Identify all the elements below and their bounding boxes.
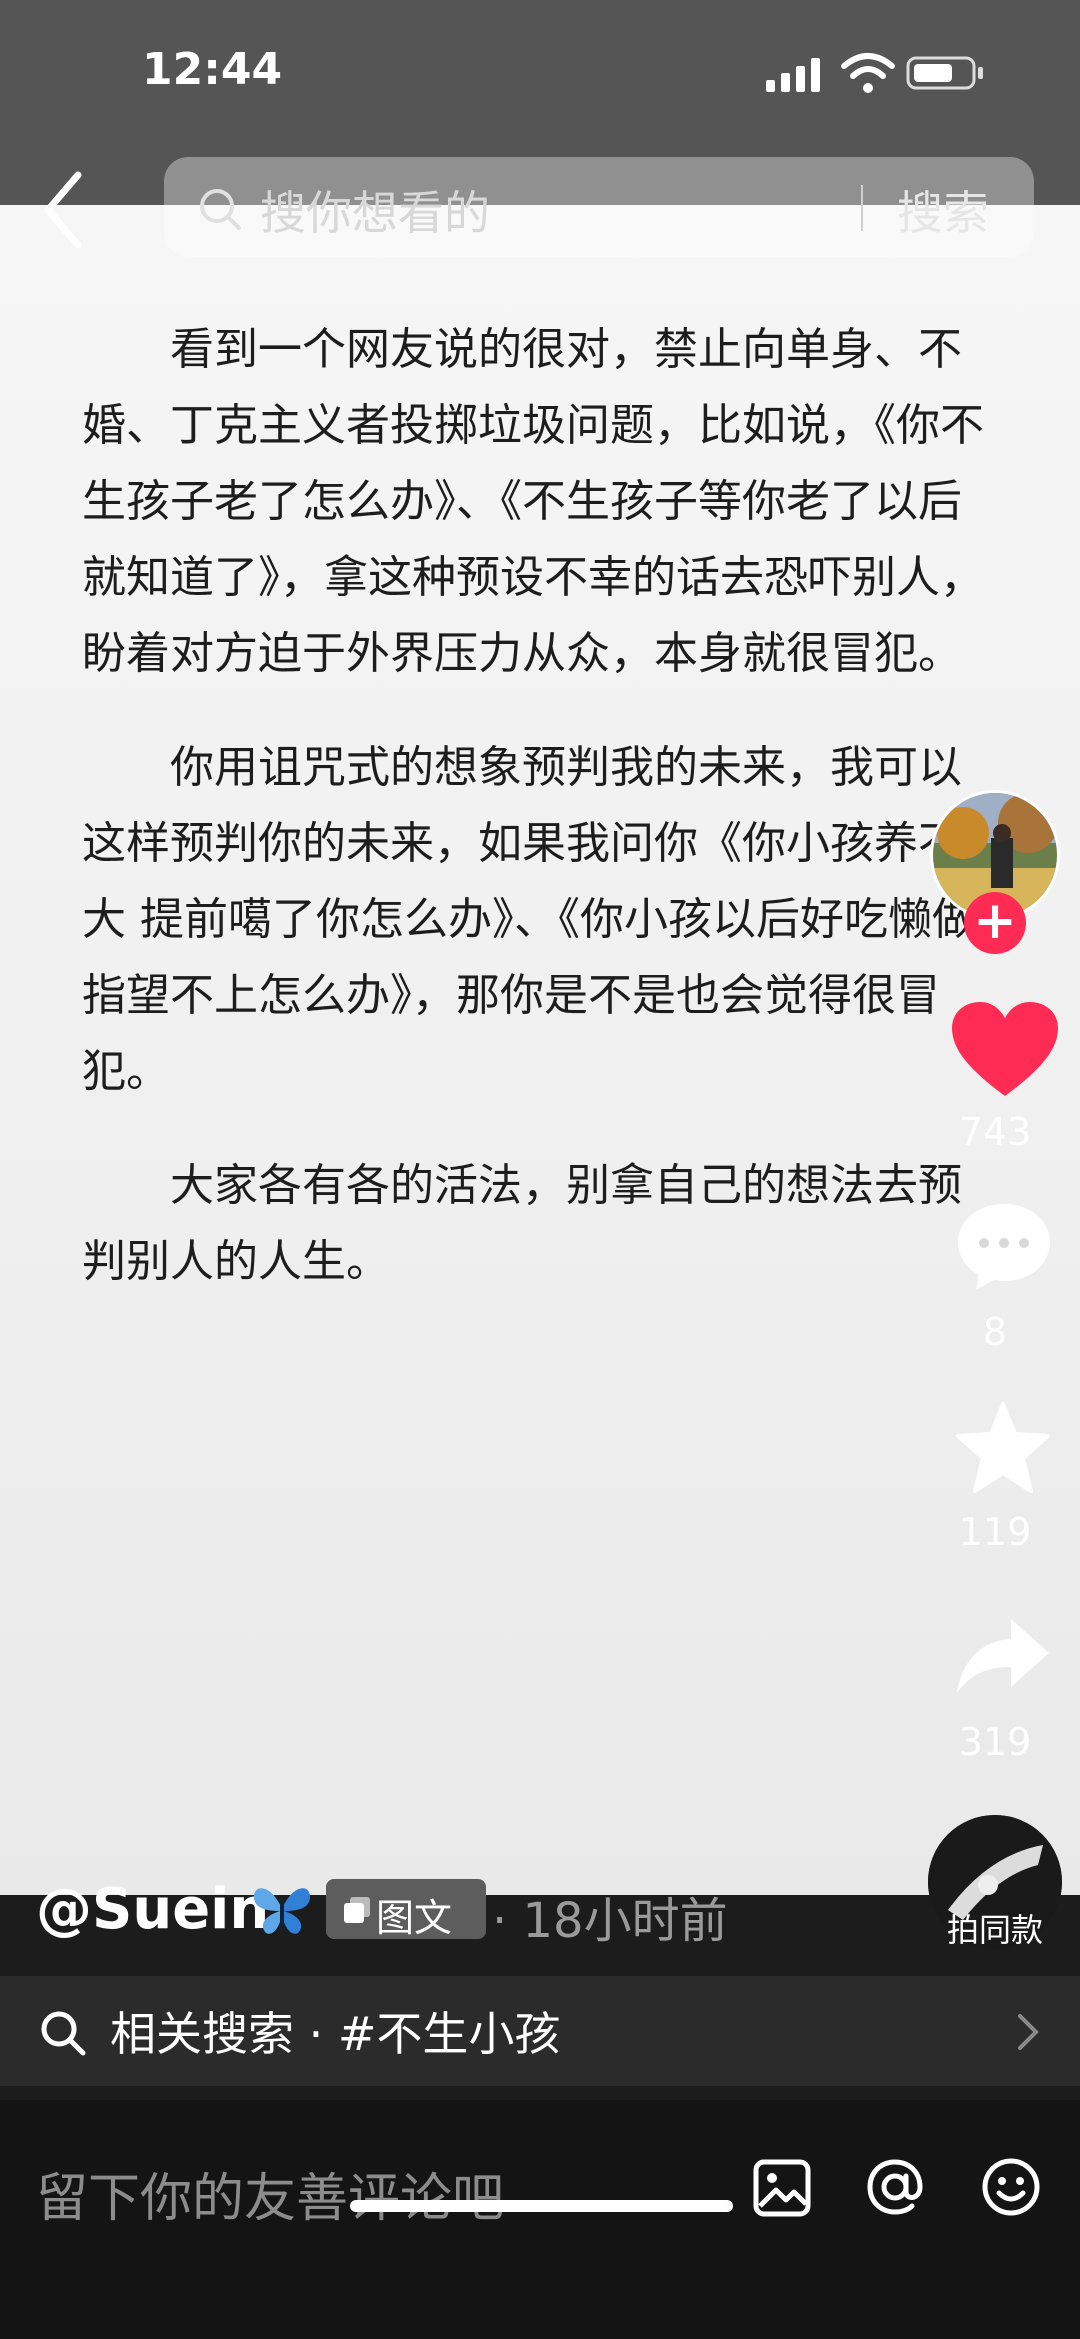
search-input[interactable]: 搜你想看的 xyxy=(260,177,490,243)
like-count: 743 xyxy=(958,1110,1032,1154)
back-arrow-icon[interactable] xyxy=(34,165,94,255)
share-count: 319 xyxy=(958,1720,1032,1764)
search-icon xyxy=(41,2011,86,2056)
search-button[interactable]: 搜索 xyxy=(897,177,989,243)
status-time: 12:44 xyxy=(142,44,283,95)
wifi-icon xyxy=(841,53,895,93)
battery-icon xyxy=(906,56,983,90)
search-divider xyxy=(861,185,863,231)
action-rail: + 743 8 119 319 xyxy=(920,790,1080,1970)
post-type-label: 图文 xyxy=(376,1896,453,1940)
comment-input[interactable]: 留下你的友善评论吧 xyxy=(36,2156,504,2231)
share-arrow-icon[interactable] xyxy=(953,1615,1053,1699)
paragraph-2: 你用诅咒式的想象预判我的未来，我可以这样预判你的未来，如果我问你《你小孩养不大 … xyxy=(82,742,976,1097)
related-search-text[interactable]: 相关搜索 · #不生小孩 xyxy=(110,1998,560,2064)
star-icon[interactable] xyxy=(953,1400,1053,1496)
search-icon xyxy=(200,189,241,230)
follow-button[interactable]: + xyxy=(964,892,1026,954)
search-box[interactable]: 搜你想看的 搜索 xyxy=(164,157,1034,257)
at-icon[interactable] xyxy=(864,2156,926,2218)
butterfly-icon xyxy=(254,1888,310,1934)
paragraph-3: 大家各有各的活法，别拿自己的想法去预判别人的人生。 xyxy=(82,1160,962,1287)
comment-bar: 留下你的友善评论吧 xyxy=(0,2100,1080,2339)
comment-icon[interactable] xyxy=(954,1200,1054,1292)
emoji-icon[interactable] xyxy=(980,2156,1042,2218)
comment-count: 8 xyxy=(982,1310,1008,1354)
image-icon[interactable] xyxy=(752,2158,812,2218)
chevron-right-icon xyxy=(1018,2014,1039,2050)
heart-icon[interactable] xyxy=(950,1000,1060,1100)
post-text: 看到一个网友说的很对，禁止向单身、不婚、丁克主义者投掷垃圾问题，比如说，《你不生… xyxy=(82,312,1002,1338)
related-search-bar[interactable]: 相关搜索 · #不生小孩 xyxy=(0,1976,1080,2086)
top-search-bar: 搜你想看的 搜索 xyxy=(0,155,1080,265)
post-time: · 18小时前 xyxy=(492,1893,728,1949)
cellular-signal-icon xyxy=(766,58,820,92)
image-text-icon xyxy=(344,1897,370,1923)
same-style-label: 拍同款 xyxy=(946,1911,1043,1949)
favorite-count: 119 xyxy=(958,1510,1032,1554)
author-name[interactable]: @Suein xyxy=(36,1877,269,1942)
post-type-badge: 图文 xyxy=(326,1879,486,1940)
home-indicator xyxy=(350,2200,733,2212)
paragraph-1: 看到一个网友说的很对，禁止向单身、不婚、丁克主义者投掷垃圾问题，比如说，《你不生… xyxy=(82,324,984,679)
